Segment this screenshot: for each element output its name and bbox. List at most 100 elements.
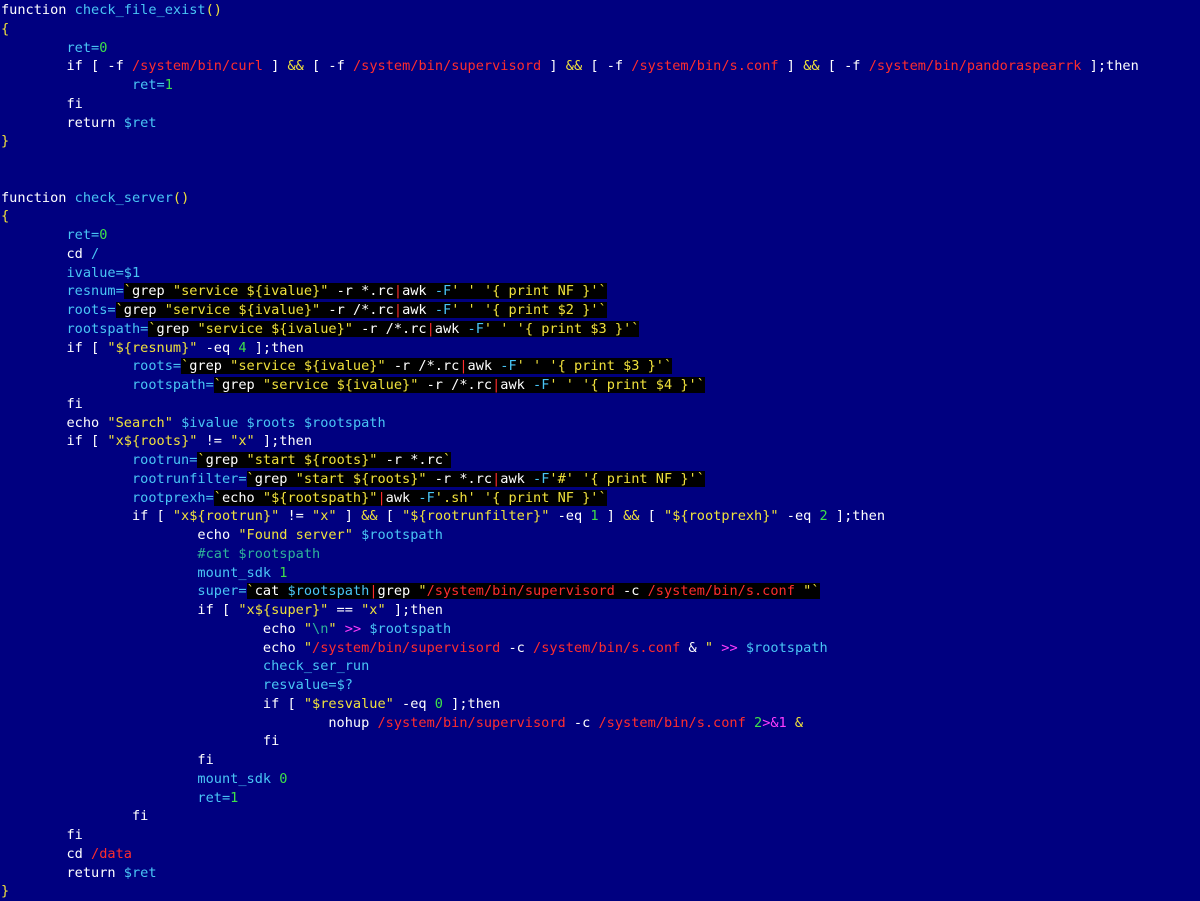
code-token: -r *.rc	[328, 283, 394, 300]
code-line[interactable]: echo "Search" $ivalue $roots $rootspath	[0, 414, 1200, 433]
code-line[interactable]: rootspath=`grep "service ${ivalue}" -r /…	[0, 376, 1200, 395]
code-token: ' '	[549, 377, 583, 393]
code-line[interactable]: roots=`grep "service ${ivalue}" -r /*.rc…	[0, 301, 1200, 320]
code-line[interactable]: fi	[0, 826, 1200, 845]
code-token: |	[459, 358, 468, 375]
code-line[interactable]: resnum=`grep "service ${ivalue}" -r *.rc…	[0, 282, 1200, 301]
code-line[interactable]: fi	[0, 95, 1200, 114]
code-token: &&	[565, 58, 583, 75]
code-line[interactable]: function check_server()	[0, 189, 1200, 208]
code-line[interactable]: roots=`grep "service ${ivalue}" -r /*.rc…	[0, 357, 1200, 376]
code-token: -f	[328, 58, 353, 75]
code-line[interactable]: echo "\n" >> $rootspath	[0, 620, 1200, 639]
code-token: /system/bin/supervisord	[426, 583, 615, 600]
code-line[interactable]: super=`cat $rootspath|grep "/system/bin/…	[0, 582, 1200, 601]
code-token: /system/bin/supervisord	[352, 58, 542, 75]
code-token: 0	[434, 695, 443, 712]
code-line[interactable]: rootprexh=`echo "${rootspath}"|awk -F'.s…	[0, 489, 1200, 508]
code-line[interactable]: cd /data	[0, 845, 1200, 864]
code-token: "x${super}"	[238, 602, 329, 618]
code-token: "$resvalue"	[303, 695, 394, 712]
code-line[interactable]: fi	[0, 732, 1200, 751]
code-line[interactable]: if [ "${resnum}" -eq 4 ];then	[0, 339, 1200, 358]
code-line[interactable]: {	[0, 207, 1200, 226]
code-token: "${resnum}"	[107, 339, 198, 356]
code-token: /system/bin/supervisord	[377, 714, 566, 731]
code-token: fi	[197, 752, 214, 768]
code-line[interactable]: mount_sdk 1	[0, 564, 1200, 583]
code-line[interactable]: cd /	[0, 245, 1200, 264]
code-token: "${rootprexh}"	[664, 508, 779, 525]
code-line[interactable]: if [ -f /system/bin/curl ] && [ -f /syst…	[0, 57, 1200, 76]
code-line[interactable]: }	[0, 132, 1200, 151]
code-line[interactable]: return $ret	[0, 114, 1200, 133]
code-line[interactable]: fi	[0, 751, 1200, 770]
code-line[interactable]: resvalue=$?	[0, 676, 1200, 695]
code-line[interactable]: echo "/system/bin/supervisord -c /system…	[0, 639, 1200, 658]
code-line[interactable]: ret=1	[0, 789, 1200, 808]
code-token: `	[811, 583, 820, 600]
code-token: -r *.rc	[377, 452, 443, 468]
code-token: -r *.rc	[426, 470, 493, 487]
code-token: "x"	[312, 508, 337, 525]
code-token: \n	[312, 620, 329, 637]
code-editor[interactable]: function check_file_exist(){ ret=0 if [ …	[0, 0, 1200, 901]
code-token: 2	[745, 714, 763, 731]
code-token: grep	[221, 377, 263, 393]
code-token: >&1	[762, 714, 787, 731]
code-line[interactable]: if [ "x${roots}" != "x" ];then	[0, 432, 1200, 451]
code-line[interactable]: rootrunfilter=`grep "start ${roots}" -r …	[0, 470, 1200, 489]
code-token: 0	[99, 39, 108, 56]
code-token: -F	[418, 489, 435, 506]
code-token: $ivalue $roots $rootspath	[172, 414, 386, 431]
code-token: /system/bin/s.conf	[533, 639, 681, 656]
code-token: -eq	[549, 508, 591, 525]
code-token: -f	[606, 58, 632, 75]
code-token: function	[1, 2, 75, 18]
code-line[interactable]: ivalue=$1	[0, 264, 1200, 283]
code-token: echo	[221, 489, 263, 506]
code-line[interactable]: rootrun=`grep "start ${roots}" -r *.rc`	[0, 451, 1200, 470]
code-token: [	[639, 508, 665, 525]
code-token: [	[303, 58, 329, 75]
code-line[interactable]: echo "Found server" $rootspath	[0, 526, 1200, 545]
code-line[interactable]: mount_sdk 0	[0, 770, 1200, 789]
code-line[interactable]: nohup /system/bin/supervisord -c /system…	[0, 714, 1200, 733]
code-token: "start ${roots}"	[295, 470, 427, 487]
code-line[interactable]: fi	[0, 395, 1200, 414]
code-token: check_server	[74, 189, 173, 206]
code-token: if [	[66, 339, 108, 356]
code-line[interactable]: ret=0	[0, 226, 1200, 245]
code-token: "	[303, 639, 313, 656]
code-line[interactable]	[0, 170, 1200, 189]
code-line[interactable]: if [ "$resvalue" -eq 0 ];then	[0, 695, 1200, 714]
code-token: '{ print $4 }'	[582, 377, 697, 393]
code-token: ]	[778, 58, 804, 75]
code-line[interactable]: if [ "x${rootrun}" != "x" ] && [ "${root…	[0, 507, 1200, 526]
code-line[interactable]: {	[0, 20, 1200, 39]
code-token: "x"	[361, 602, 386, 618]
code-token: `	[246, 583, 255, 600]
code-line[interactable]: function check_file_exist()	[0, 1, 1200, 20]
code-token: `	[598, 283, 607, 300]
code-line[interactable]: ret=0	[0, 39, 1200, 58]
code-token: if [	[66, 433, 108, 450]
code-line[interactable]: ret=1	[0, 76, 1200, 95]
code-line[interactable]: if [ "x${super}" == "x" ];then	[0, 601, 1200, 620]
code-line[interactable]: rootspath=`grep "service ${ivalue}" -r /…	[0, 320, 1200, 339]
code-line[interactable]	[0, 151, 1200, 170]
code-line[interactable]: fi	[0, 807, 1200, 826]
code-token: if [	[197, 602, 239, 618]
code-line[interactable]: return $ret	[0, 864, 1200, 883]
code-token: mount_sdk	[197, 564, 280, 581]
code-line[interactable]: #cat $rootspath	[0, 545, 1200, 564]
code-token: -F	[434, 283, 452, 300]
code-line[interactable]: }	[0, 882, 1200, 901]
code-token: ret=	[131, 77, 165, 93]
code-line[interactable]: check_ser_run	[0, 657, 1200, 676]
